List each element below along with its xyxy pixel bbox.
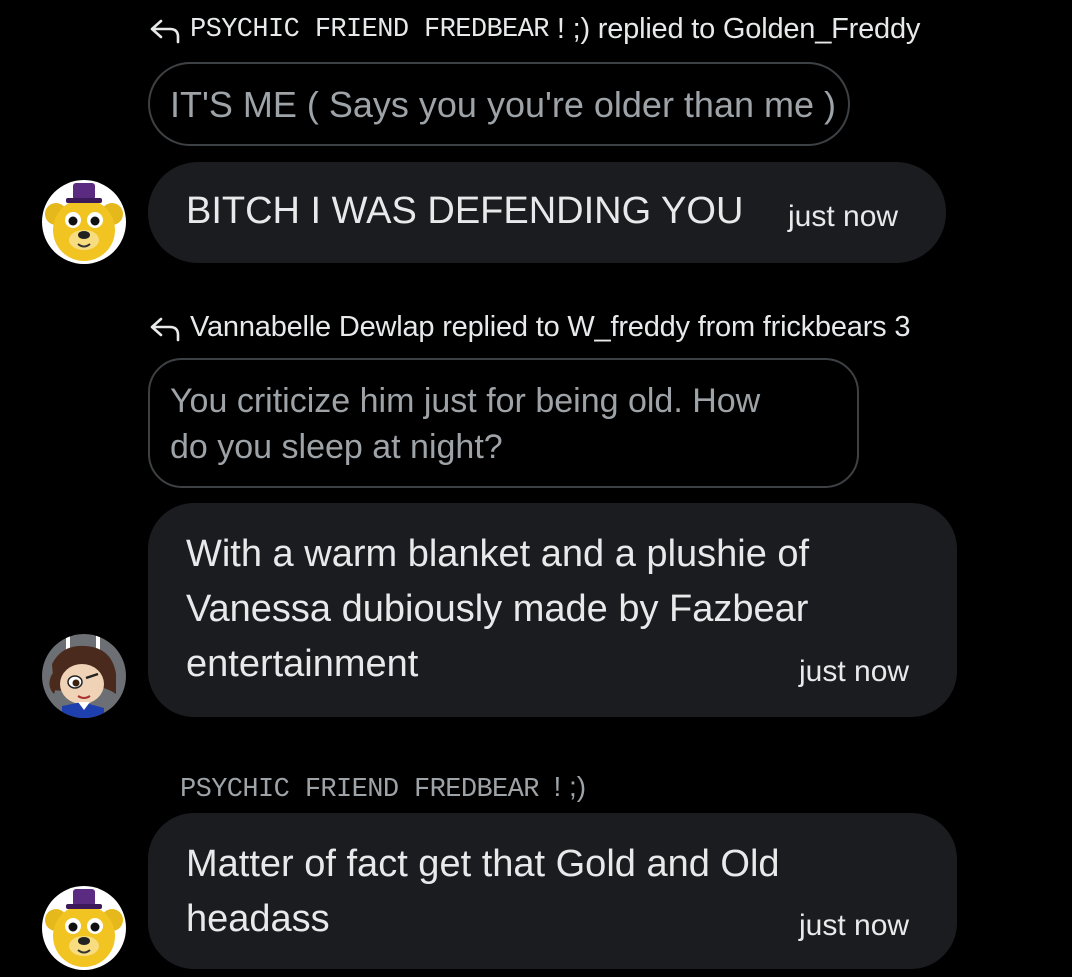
reply-context-text: Vannabelle Dewlap replied to W_freddy fr… [190,311,911,343]
message-line: headass [186,898,330,940]
message-line: entertainment [186,643,419,685]
message-timestamp: just now [799,655,910,688]
avatar[interactable] [42,634,126,718]
quoted-message[interactable]: IT'S ME ( Says you you're older than me … [148,62,850,146]
message-timestamp: just now [799,909,910,942]
quoted-message-text: IT'S ME ( Says you you're older than me … [170,84,836,125]
reply-arrow-icon [150,19,180,43]
reply-arrow-icon [150,317,180,341]
message-line: With a warm blanket and a plushie of [186,533,810,575]
sender-name-suffix: ! ;) [553,771,587,802]
avatar[interactable] [42,180,126,264]
vannabelle-avatar-icon [42,634,126,718]
quoted-message[interactable]: You criticize him just for being old. Ho… [148,358,859,488]
quoted-message-line: You criticize him just for being old. Ho… [170,382,761,420]
quoted-message-line: do you sleep at night? [170,428,503,466]
message-bubble[interactable]: Matter of fact get that Gold and Old hea… [148,813,957,969]
reply-sender-name: PSYCHIC FRIEND FREDBEAR [190,14,549,45]
message-text: BITCH I WAS DEFENDING YOU [186,190,744,232]
sender-name: PSYCHIC FRIEND FREDBEAR [180,775,539,805]
reply-context-1[interactable]: PSYCHIC FRIEND FREDBEAR ! ;) replied to … [148,13,920,46]
reply-context-text: ! ;) replied to Golden_Freddy [556,13,921,45]
golden-freddy-avatar-icon [42,886,126,970]
message-line: Matter of fact get that Gold and Old [186,843,780,885]
golden-freddy-avatar-icon [42,180,126,264]
reply-context-2[interactable]: Vannabelle Dewlap replied to W_freddy fr… [148,311,910,344]
message-line: Vanessa dubiously made by Fazbear [186,588,809,630]
avatar[interactable] [42,886,126,970]
message-timestamp: just now [788,200,899,233]
message-bubble[interactable]: With a warm blanket and a plushie of Van… [148,503,957,717]
sender-name-row[interactable]: PSYCHIC FRIEND FREDBEAR ! ;) [180,771,586,805]
message-bubble[interactable]: BITCH I WAS DEFENDING YOU just now [148,162,946,263]
